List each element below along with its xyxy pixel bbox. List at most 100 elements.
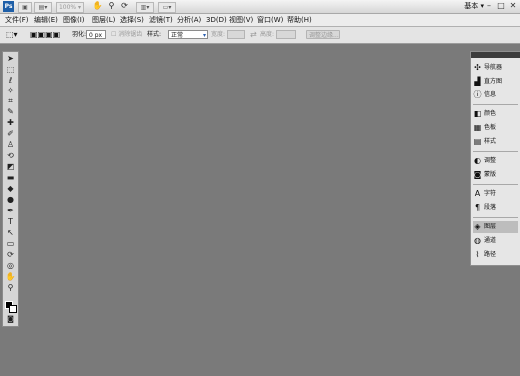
close-button[interactable]: ✕: [508, 1, 518, 11]
tools-panel: ➤ ⬚ ℓ ✧ ⌗ ✎ ✚ ✐ ♙ ⟲ ◩ ▬ ◆ ● ✒ T ↖ ▭ ⟳ ◎ ✋ ⚲ ◙: [2, 51, 19, 327]
panel-divider: [473, 217, 518, 218]
panel-button-paths[interactable]: ⌇ 路径: [473, 249, 518, 261]
histogram-icon: ▟: [474, 77, 481, 86]
healing-brush-tool-icon[interactable]: ✚: [5, 118, 16, 128]
channels-icon: ◍: [474, 236, 481, 245]
marquee-tool-icon[interactable]: ⬚: [5, 65, 16, 75]
panel-button-character[interactable]: A 字符: [473, 188, 518, 200]
menu-3d[interactable]: 3D(D): [206, 15, 227, 25]
background-color-swatch[interactable]: [9, 305, 17, 313]
antialias-label: 消除锯齿: [118, 31, 143, 38]
panel-dock-header[interactable]: [471, 52, 520, 58]
feather-input[interactable]: 0 px: [86, 30, 106, 39]
quick-selection-tool-icon[interactable]: ✧: [5, 86, 16, 96]
crop-tool-icon[interactable]: ⌗: [5, 96, 16, 106]
panel-divider: [473, 104, 518, 105]
chevron-down-icon: ▾: [202, 32, 206, 39]
panel-button-label: 通道: [484, 237, 497, 244]
eyedropper-tool-icon[interactable]: ✎: [5, 107, 16, 117]
menu-edit[interactable]: 编辑(E): [34, 15, 58, 25]
dodge-tool-icon[interactable]: ●: [5, 195, 16, 205]
hand-tool-icon[interactable]: ✋: [5, 272, 16, 282]
panel-button-label: 段落: [484, 204, 497, 211]
refine-edge-button[interactable]: 调整边缘...: [306, 30, 340, 39]
swap-icon[interactable]: ⇄: [250, 30, 257, 40]
arrange-documents-button[interactable]: ▥▾: [136, 2, 154, 13]
menu-view[interactable]: 视图(V): [229, 15, 253, 25]
panel-divider: [473, 151, 518, 152]
panel-button-paragraph[interactable]: ¶ 段落: [473, 202, 518, 214]
character-icon: A: [474, 189, 481, 198]
blur-tool-icon[interactable]: ◆: [5, 184, 16, 194]
zoom-tool-icon[interactable]: ⚲: [5, 283, 16, 293]
panel-button-layers[interactable]: ◈ 图层: [473, 221, 518, 233]
height-label: 高度:: [260, 31, 275, 38]
maximize-button[interactable]: □: [496, 1, 506, 11]
zoom-level-dropdown[interactable]: 100% ▾: [56, 2, 84, 13]
masks-icon: ◙: [473, 170, 482, 179]
panel-button-label: 色板: [484, 124, 497, 131]
style-label: 样式:: [147, 31, 162, 38]
move-tool-icon[interactable]: ➤: [5, 54, 16, 64]
lasso-tool-icon[interactable]: ℓ: [5, 76, 16, 86]
minimize-button[interactable]: –: [484, 1, 494, 11]
width-input[interactable]: [227, 30, 245, 39]
pen-tool-icon[interactable]: ✒: [5, 206, 16, 216]
panel-button-navigator[interactable]: ✣ 导航器: [473, 62, 518, 74]
workspace-switcher[interactable]: 基本 ▾: [464, 1, 484, 11]
swatches-icon: ▦: [473, 123, 482, 132]
paragraph-icon: ¶: [474, 203, 481, 212]
menu-file[interactable]: 文件(F): [5, 15, 29, 25]
panel-button-styles[interactable]: ▤ 样式: [473, 136, 518, 148]
menu-layer[interactable]: 图层(L): [92, 15, 115, 25]
gradient-tool-icon[interactable]: ▬: [5, 173, 16, 183]
type-tool-icon[interactable]: T: [5, 217, 16, 227]
shape-tool-icon[interactable]: ▭: [5, 239, 16, 249]
menu-analysis[interactable]: 分析(A): [177, 15, 201, 25]
3d-orbit-tool-icon[interactable]: ◎: [5, 261, 16, 271]
style-select[interactable]: 正常 ▾: [168, 30, 208, 39]
color-icon: ◧: [473, 109, 482, 118]
height-input[interactable]: [276, 30, 296, 39]
screen-mode-button[interactable]: ▭▾: [158, 2, 176, 13]
hand-icon[interactable]: ✋: [92, 1, 103, 11]
navigator-icon: ✣: [474, 63, 481, 72]
eraser-tool-icon[interactable]: ◩: [5, 162, 16, 172]
panel-button-swatches[interactable]: ▦ 色板: [473, 122, 518, 134]
menu-select[interactable]: 选择(S): [120, 15, 144, 25]
panel-button-label: 字符: [484, 190, 497, 197]
clone-stamp-tool-icon[interactable]: ♙: [5, 140, 16, 150]
panel-button-label: 调整: [484, 157, 497, 164]
panel-button-adjustments[interactable]: ◐ 调整: [473, 155, 518, 167]
menu-window[interactable]: 窗口(W): [257, 15, 283, 25]
antialias-checkbox[interactable]: ☐ 消除锯齿: [111, 30, 142, 40]
panel-button-masks[interactable]: ◙ 蒙版: [473, 169, 518, 181]
adjustments-icon: ◐: [474, 156, 481, 165]
path-selection-tool-icon[interactable]: ↖: [5, 228, 16, 238]
panel-button-channels[interactable]: ◍ 通道: [473, 235, 518, 247]
options-bar: ⬚▾ ▣▣▣▣ 羽化: 0 px ☐ 消除锯齿 样式: 正常 ▾ 宽度: ⇄ 高度…: [0, 27, 520, 44]
panel-button-label: 导航器: [484, 64, 503, 71]
zoom-icon[interactable]: ⚲: [106, 1, 117, 11]
menu-help[interactable]: 帮助(H): [287, 15, 312, 25]
selection-mode-buttons[interactable]: ▣▣▣▣: [30, 30, 60, 40]
panel-button-histogram[interactable]: ▟ 直方图: [473, 76, 518, 88]
history-brush-tool-icon[interactable]: ⟲: [5, 151, 16, 161]
panel-divider: [473, 184, 518, 185]
style-value: 正常: [171, 32, 184, 39]
menu-filter[interactable]: 滤镜(T): [149, 15, 173, 25]
feather-label: 羽化:: [72, 31, 87, 38]
view-extras-button[interactable]: ▤▾: [34, 2, 52, 13]
tool-preset-picker[interactable]: ⬚▾: [6, 30, 18, 40]
panel-button-label: 信息: [484, 91, 497, 98]
panel-button-label: 路径: [484, 251, 497, 258]
panel-dock: ✣ 导航器 ▟ 直方图 ⓘ 信息 ◧ 颜色 ▦ 色板 ▤ 样式 ◐ 调整 ◙ 蒙版 A 字符 ¶ 段落 ◈ 图层 ◍ 通道 ⌇ 路…: [470, 51, 520, 266]
launch-bridge-button[interactable]: ▣: [18, 2, 32, 13]
panel-button-info[interactable]: ⓘ 信息: [473, 89, 518, 101]
quick-mask-icon[interactable]: ◙: [5, 314, 16, 324]
panel-button-color[interactable]: ◧ 颜色: [473, 108, 518, 120]
3d-rotate-tool-icon[interactable]: ⟳: [5, 250, 16, 260]
menu-image[interactable]: 图像(I): [63, 15, 85, 25]
rotate-view-icon[interactable]: ⟳: [119, 1, 130, 11]
brush-tool-icon[interactable]: ✐: [5, 129, 16, 139]
